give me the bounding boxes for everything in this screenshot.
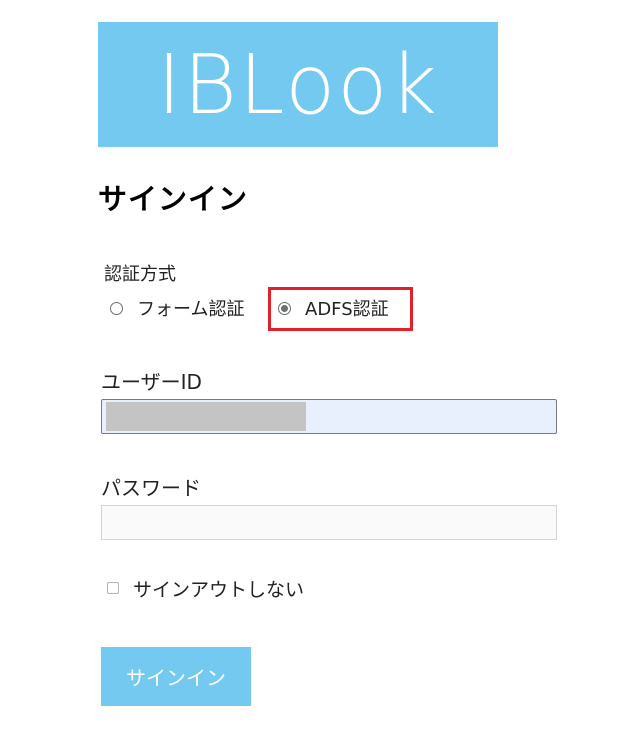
radio-adfs-auth-indicator[interactable] [278,301,291,315]
radio-adfs-auth-label: ADFS認証 [305,299,389,320]
signin-button[interactable]: サインイン [101,647,251,706]
stay-signed-in-checkbox[interactable]: サインアウトしない [107,575,304,601]
password-input[interactable] [101,505,557,540]
radio-form-auth[interactable]: フォーム認証 [110,295,244,321]
userid-redaction [106,402,306,431]
auth-method-label: 認証方式 [104,264,176,285]
stay-signed-in-checkbox-box[interactable] [107,582,119,594]
radio-adfs-auth[interactable]: ADFS認証 [278,295,389,321]
iblook-logo: IBLook [98,22,498,147]
userid-label: ユーザーID [101,370,202,394]
radio-form-auth-indicator[interactable] [110,301,123,315]
logo-text: IBLook [157,37,439,133]
stay-signed-in-label: サインアウトしない [133,578,305,601]
radio-form-auth-label: フォーム認証 [137,299,245,320]
page-title: サインイン [98,182,249,216]
password-label: パスワード [101,476,201,500]
